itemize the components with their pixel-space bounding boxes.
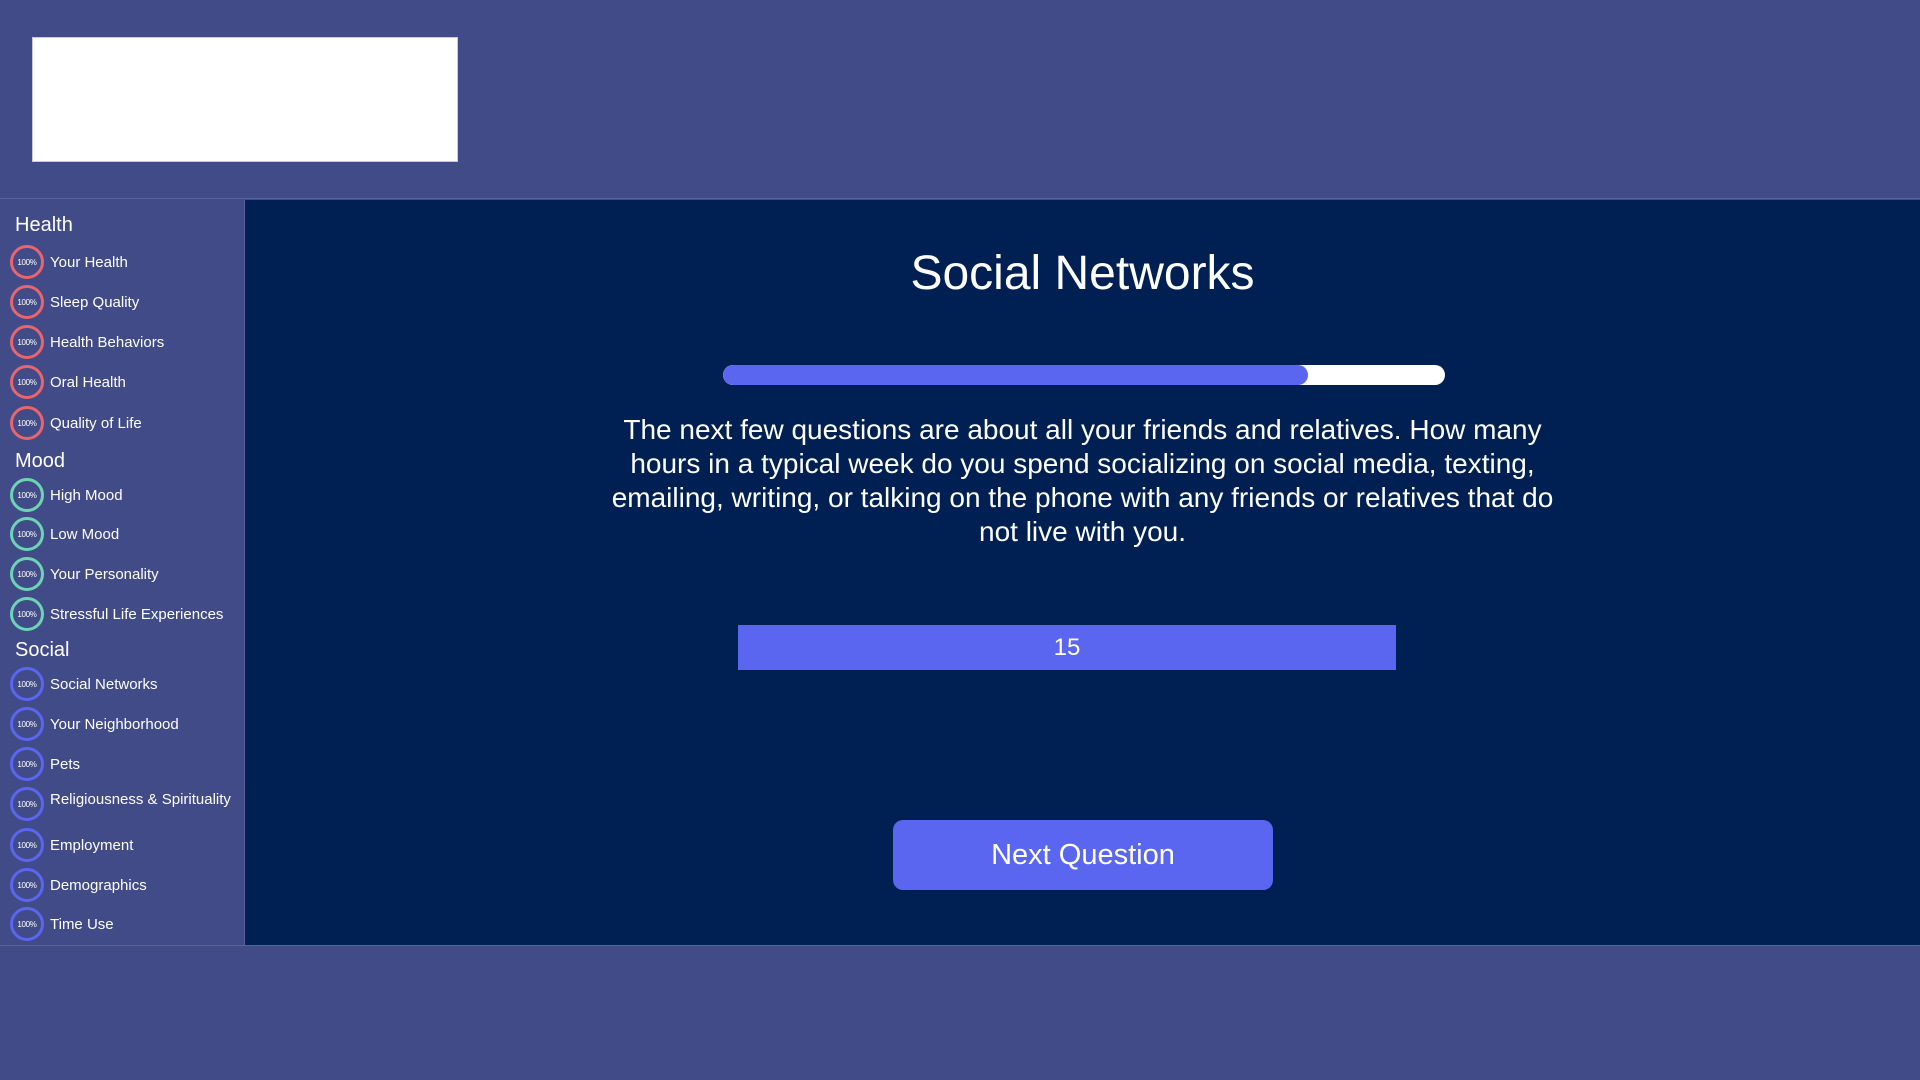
progress-ring-icon: 100% (10, 245, 44, 279)
sidebar-item-label: Health Behaviors (50, 333, 165, 351)
page-title: Social Networks (910, 247, 1255, 300)
sidebar-item-your-health[interactable]: 100% Your Health (10, 244, 242, 280)
sidebar-item-employment[interactable]: 100% Employment (10, 827, 242, 863)
sidebar-item-label: Sleep Quality (50, 293, 140, 311)
progress-ring-icon: 100% (10, 597, 44, 631)
progress-ring-icon: 100% (10, 747, 44, 781)
sidebar-item-pets[interactable]: 100% Pets (10, 746, 242, 782)
progress-ring-icon: 100% (10, 907, 44, 941)
progress-bar-fill (723, 365, 1308, 385)
question-text: The next few questions are about all you… (611, 414, 1554, 547)
progress-ring-icon: 100% (10, 285, 44, 319)
sidebar-item-label: Social Networks (50, 675, 158, 693)
section-title-mood: Mood (15, 450, 66, 472)
progress-ring-icon: 100% (10, 517, 44, 551)
sidebar-item-label: Your Personality (50, 565, 159, 583)
sidebar: Health 100% Your Health 100% Sleep Quali… (0, 200, 245, 945)
sidebar-item-time-use[interactable]: 100% Time Use (10, 906, 242, 942)
sidebar-item-sleep-quality[interactable]: 100% Sleep Quality (10, 284, 242, 320)
sidebar-item-quality-of-life[interactable]: 100% Quality of Life (10, 405, 242, 441)
logo-placeholder (32, 37, 458, 162)
progress-ring-icon: 100% (10, 828, 44, 862)
sidebar-item-label: Religiousness & Spirituality (50, 790, 231, 808)
sidebar-item-label: Oral Health (50, 373, 126, 391)
sidebar-item-demographics[interactable]: 100% Demographics (10, 867, 242, 903)
sidebar-item-social-networks[interactable]: 100% Social Networks (10, 666, 242, 702)
header (0, 0, 1920, 199)
progress-ring-icon: 100% (10, 406, 44, 440)
progress-ring-icon: 100% (10, 868, 44, 902)
progress-ring-icon: 100% (10, 365, 44, 399)
sidebar-item-your-personality[interactable]: 100% Your Personality (10, 556, 242, 592)
sidebar-item-label: Demographics (50, 876, 147, 894)
sidebar-item-high-mood[interactable]: 100% High Mood (10, 477, 242, 513)
sidebar-item-oral-health[interactable]: 100% Oral Health (10, 364, 242, 400)
progress-ring-icon: 100% (10, 557, 44, 591)
progress-bar (723, 365, 1445, 385)
sidebar-item-label: Quality of Life (50, 414, 142, 432)
sidebar-item-label: Pets (50, 755, 81, 773)
progress-ring-icon: 100% (10, 787, 44, 821)
main-panel: Social Networks The next few questions a… (245, 200, 1920, 945)
sidebar-item-label: Low Mood (50, 525, 120, 543)
sidebar-item-religiousness-spirituality[interactable]: 100% Religiousness & Spirituality (10, 786, 242, 822)
sidebar-item-label: Your Neighborhood (50, 715, 179, 733)
sidebar-item-label: Your Health (50, 253, 128, 271)
sidebar-item-stressful-life-experiences[interactable]: 100% Stressful Life Experiences (10, 596, 242, 632)
answer-input[interactable] (738, 625, 1396, 670)
next-question-button[interactable]: Next Question (893, 820, 1273, 890)
progress-ring-icon: 100% (10, 325, 44, 359)
progress-ring-icon: 100% (10, 478, 44, 512)
sidebar-item-your-neighborhood[interactable]: 100% Your Neighborhood (10, 706, 242, 742)
sidebar-item-label: Stressful Life Experiences (50, 605, 224, 623)
section-title-social: Social (15, 639, 70, 661)
sidebar-item-label: Employment (50, 836, 134, 854)
progress-ring-icon: 100% (10, 707, 44, 741)
section-title-health: Health (15, 214, 73, 236)
progress-ring-icon: 100% (10, 667, 44, 701)
sidebar-item-health-behaviors[interactable]: 100% Health Behaviors (10, 324, 242, 360)
sidebar-item-label: Time Use (50, 915, 114, 933)
sidebar-item-low-mood[interactable]: 100% Low Mood (10, 516, 242, 552)
footer (0, 945, 1920, 1080)
sidebar-item-label: High Mood (50, 486, 123, 504)
